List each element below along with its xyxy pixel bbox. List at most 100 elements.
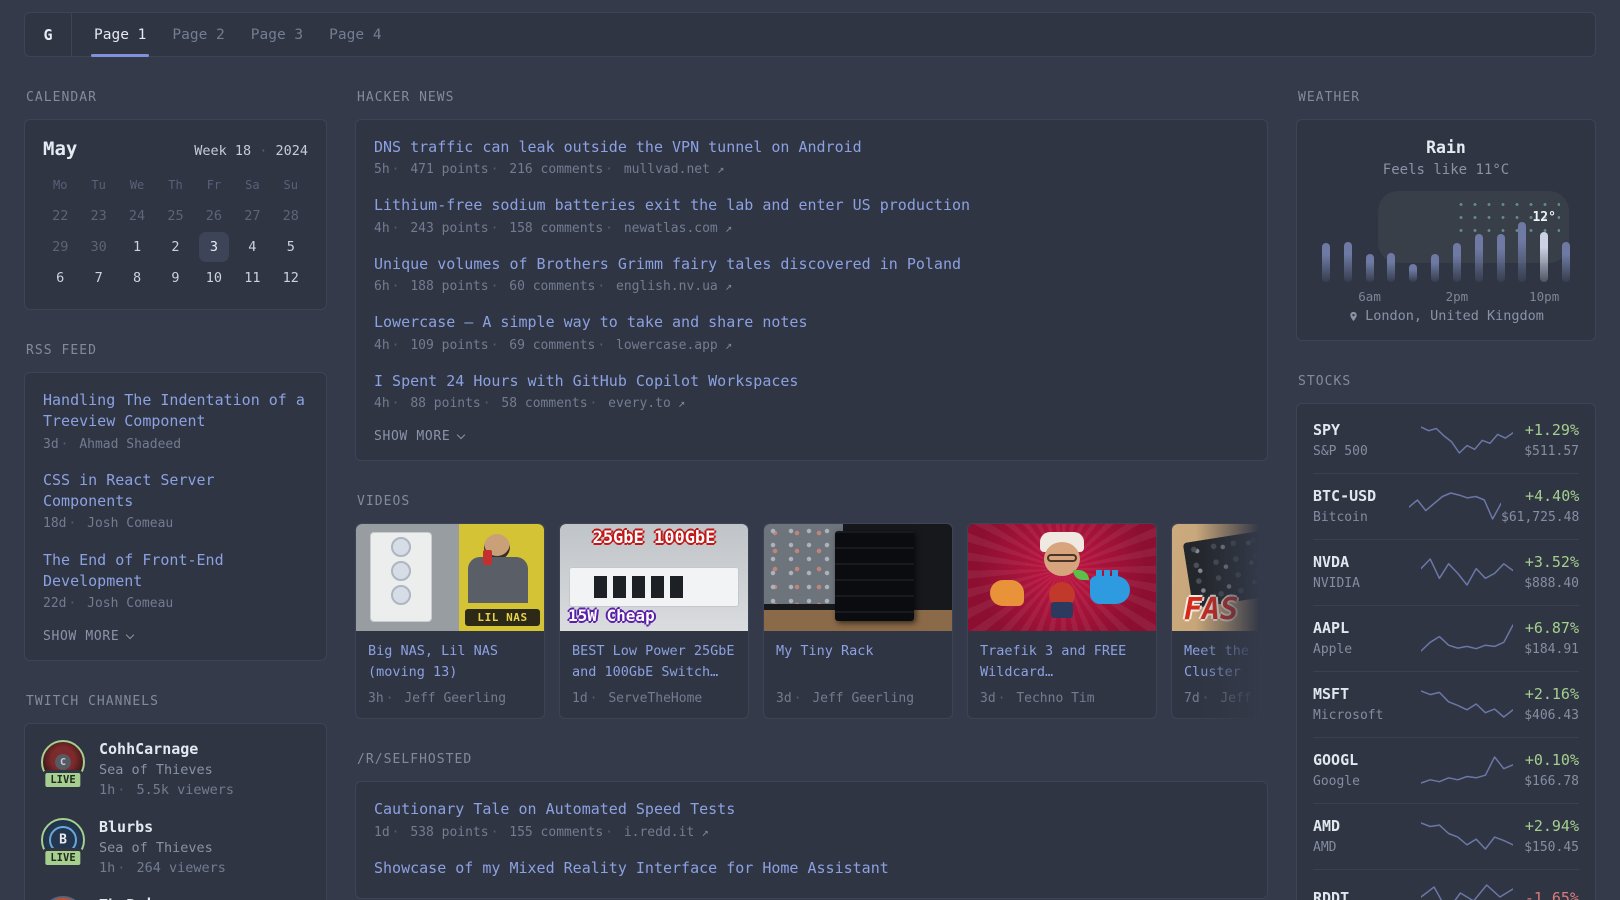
rss-item-title[interactable]: Handling The Indentation of a Treeview C… xyxy=(43,390,308,433)
hn-show-more-button[interactable]: SHOW MORE xyxy=(374,429,466,444)
video-thumbnail[interactable] xyxy=(764,524,952,632)
video-thumbnail[interactable]: FAS xyxy=(1172,524,1268,632)
selfhosted-widget: Cautionary Tale on Automated Speed Tests… xyxy=(355,781,1268,900)
hn-item-comments[interactable]: 58 comments xyxy=(481,396,588,411)
calendar-day-name: Sa xyxy=(245,178,260,192)
stock-symbol[interactable]: MSFT xyxy=(1313,683,1409,706)
avatar-letter: C xyxy=(55,754,71,771)
reddit-item-meta: 1d538 points155 commentsi.redd.it xyxy=(374,824,1249,842)
stock-symbol[interactable]: GOOGL xyxy=(1313,749,1409,772)
hn-item-domain[interactable]: lowercase.app xyxy=(595,338,732,353)
calendar-date: 7 xyxy=(94,270,103,286)
reddit-item-title[interactable]: Showcase of my Mixed Reality Interface f… xyxy=(374,858,1249,879)
video-card[interactable]: FAS Meet the mini Linux Cluster 7dJeff G… xyxy=(1171,523,1268,720)
hn-item-title[interactable]: DNS traffic can leak outside the VPN tun… xyxy=(374,137,1249,158)
hn-item-domain[interactable]: every.to xyxy=(588,396,686,411)
rss-item-title[interactable]: CSS in React Server Components xyxy=(43,470,308,513)
video-card[interactable]: My Tiny Rack 3dJeff Geerling xyxy=(763,523,953,720)
stock-row[interactable]: GOOGL Google +0.10% $166.78 xyxy=(1313,737,1579,803)
rss-item-author: Josh Comeau xyxy=(66,516,173,531)
stock-sparkline xyxy=(1409,492,1501,520)
twitch-channel-name[interactable]: ThePrimeagen xyxy=(99,896,207,900)
stock-row[interactable]: AMD AMD +2.94% $150.45 xyxy=(1313,803,1579,869)
stock-price: $406.43 xyxy=(1524,707,1579,723)
dashboard-page: G Page 1 Page 2 Page 3 Page 4 CALENDAR M… xyxy=(0,0,1620,900)
hn-item-title[interactable]: Lowercase – A simple way to take and sha… xyxy=(374,312,1249,333)
stock-change: +2.94% xyxy=(1524,817,1579,835)
calendar-date: 5 xyxy=(286,239,295,255)
stock-row[interactable]: SPY S&P 500 +1.29% $511.57 xyxy=(1313,408,1579,473)
stock-row[interactable]: RDDT -1.65% xyxy=(1313,869,1579,900)
middle-column: HACKER NEWS DNS traffic can leak outside… xyxy=(355,90,1268,900)
chevron-down-icon xyxy=(126,631,135,640)
weather-section: WEATHER Rain Feels like 11°C 6am 2pm 12°… xyxy=(1296,90,1596,341)
hacker-news-widget: DNS traffic can leak outside the VPN tun… xyxy=(355,119,1268,462)
rss-item-title[interactable]: The End of Front-End Development xyxy=(43,550,308,593)
app-logo[interactable]: G xyxy=(25,13,72,56)
twitch-channel-name[interactable]: CohhCarnage xyxy=(99,740,234,758)
hn-item-comments[interactable]: 158 comments xyxy=(489,221,604,236)
video-thumbnail[interactable] xyxy=(968,524,1156,632)
video-card[interactable]: 25GbE 100GbE 15W Cheap BEST Low Power 25… xyxy=(559,523,749,720)
hn-item-comments[interactable]: 60 comments xyxy=(489,279,596,294)
video-channel: Jeff Geerling xyxy=(1200,691,1268,706)
stock-row[interactable]: MSFT Microsoft +2.16% $406.43 xyxy=(1313,671,1579,737)
rss-item-time: 22d xyxy=(43,596,67,612)
video-title[interactable]: BEST Low Power 25GbE and 100GbE Switch… xyxy=(572,641,736,683)
selfhosted-section-label: /R/SELFHOSTED xyxy=(357,752,473,768)
stock-row[interactable]: BTC-USD Bitcoin +4.40% $61,725.48 xyxy=(1313,473,1579,539)
video-thumbnail[interactable]: LIL NAS xyxy=(356,524,544,632)
hn-item-title[interactable]: Lithium-free sodium batteries exit the l… xyxy=(374,195,1249,216)
video-title[interactable]: Big NAS, Lil NAS (moving 13) xyxy=(368,641,532,683)
calendar-date: 27 xyxy=(244,208,261,224)
hn-item-domain[interactable]: newatlas.com xyxy=(603,221,732,236)
video-thumbnail[interactable]: 25GbE 100GbE 15W Cheap xyxy=(560,524,748,632)
twitch-channel-row[interactable]: B LIVE Blurbs Sea of Thieves 1h264 viewe… xyxy=(41,818,310,878)
page-tab[interactable]: Page 4 xyxy=(316,13,394,56)
stock-symbol[interactable]: BTC-USD xyxy=(1313,485,1409,508)
stock-company: AMD xyxy=(1313,839,1337,855)
hn-item-domain[interactable]: english.nv.ua xyxy=(595,279,732,294)
stock-row[interactable]: AAPL Apple +6.87% $184.91 xyxy=(1313,605,1579,671)
stock-symbol[interactable]: SPY xyxy=(1313,419,1409,442)
calendar-section-label: CALENDAR xyxy=(26,90,97,105)
video-card[interactable]: LIL NAS Big NAS, Lil NAS (moving 13) 3hJ… xyxy=(355,523,545,720)
twitch-channel-game: Sea of Thieves xyxy=(99,762,213,779)
video-title[interactable]: Traefik 3 and FREE Wildcard… xyxy=(980,641,1144,683)
twitch-channel-row[interactable]: C LIVE CohhCarnage Sea of Thieves 1h5.5k… xyxy=(41,740,310,800)
avatar: B LIVE xyxy=(41,818,85,869)
calendar-year: 2024 xyxy=(251,143,308,159)
location-pin-icon xyxy=(1350,311,1357,321)
stocks-widget: SPY S&P 500 +1.29% $511.57 BTC-USD Bitco… xyxy=(1296,403,1596,900)
stock-symbol[interactable]: NVDA xyxy=(1313,551,1409,574)
rss-show-more-button[interactable]: SHOW MORE xyxy=(43,629,135,644)
page-tab[interactable]: Page 3 xyxy=(238,13,316,56)
video-card[interactable]: Traefik 3 and FREE Wildcard… 3dTechno Ti… xyxy=(967,523,1157,720)
video-title[interactable]: My Tiny Rack xyxy=(776,641,940,683)
avatar xyxy=(41,896,85,900)
page-tab[interactable]: Page 2 xyxy=(159,13,237,56)
page-tab[interactable]: Page 1 xyxy=(81,13,159,57)
stock-symbol[interactable]: RDDT xyxy=(1313,887,1409,900)
stock-change: +3.52% xyxy=(1524,553,1579,571)
weather-hour-bar xyxy=(1424,194,1446,282)
reddit-item-time: 1d xyxy=(374,824,390,840)
hn-item-title[interactable]: I Spent 24 Hours with GitHub Copilot Wor… xyxy=(374,371,1249,392)
twitch-channel-row[interactable]: ThePrimeagen xyxy=(41,896,310,900)
hn-item-comments[interactable]: 69 comments xyxy=(489,338,596,353)
hn-item-title[interactable]: Unique volumes of Brothers Grimm fairy t… xyxy=(374,254,1249,275)
hn-item-domain[interactable]: mullvad.net xyxy=(603,162,724,177)
stock-symbol[interactable]: AMD xyxy=(1313,815,1409,838)
stock-row[interactable]: NVDA NVIDIA +3.52% $888.40 xyxy=(1313,539,1579,605)
calendar-date: 2 xyxy=(171,239,180,255)
video-title[interactable]: Meet the mini Linux Cluster xyxy=(1184,641,1268,683)
reddit-item-comments[interactable]: 155 comments xyxy=(489,825,604,840)
weather-time-label: 2pm xyxy=(1445,289,1469,304)
reddit-item-title[interactable]: Cautionary Tale on Automated Speed Tests xyxy=(374,799,1249,820)
hn-item-comments[interactable]: 216 comments xyxy=(489,162,604,177)
calendar-date: 8 xyxy=(132,270,142,286)
reddit-item-domain[interactable]: i.redd.it xyxy=(603,825,709,840)
twitch-channel-name[interactable]: Blurbs xyxy=(99,818,226,836)
weather-time-label: 6am xyxy=(1358,289,1381,304)
stock-symbol[interactable]: AAPL xyxy=(1313,617,1409,640)
